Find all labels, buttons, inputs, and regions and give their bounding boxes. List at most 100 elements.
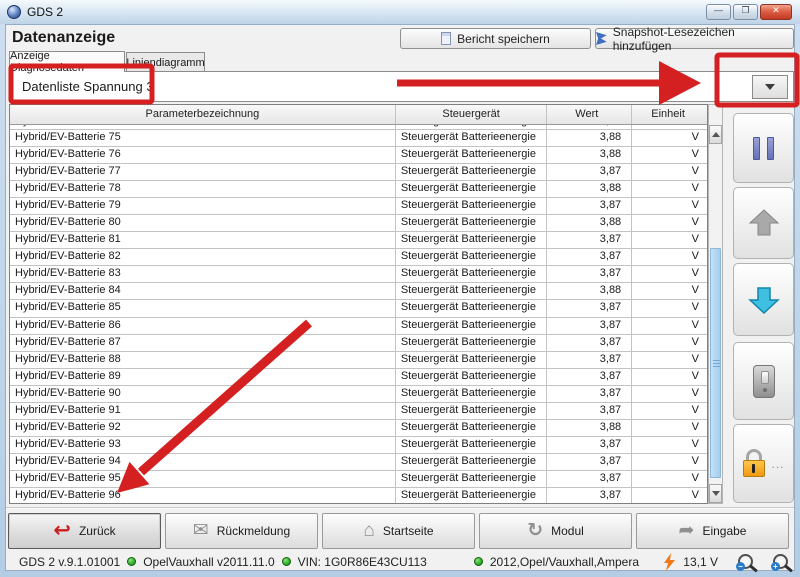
back-button[interactable]: ↩ Zurück xyxy=(8,513,161,549)
value-cell: 3,88 xyxy=(547,420,632,436)
module-cell: Steuergerät Batterieenergie xyxy=(396,232,548,248)
value-cell: 3,87 xyxy=(547,352,632,368)
table-row[interactable]: Hybrid/EV-Batterie 89 Steuergerät Batter… xyxy=(10,369,707,386)
scrollbar-thumb[interactable] xyxy=(710,248,721,478)
table-row[interactable]: Hybrid/EV-Batterie 87 Steuergerät Batter… xyxy=(10,335,707,352)
module-cell: Steuergerät Batterieenergie xyxy=(396,420,548,436)
value-cell: 3,87 xyxy=(547,369,632,385)
parameter-name-cell: Hybrid/EV-Batterie 93 xyxy=(10,437,396,453)
status-green-icon xyxy=(474,557,483,566)
table-row[interactable]: Hybrid/EV-Batterie 96 Steuergerät Batter… xyxy=(10,488,707,504)
table-row[interactable]: Hybrid/EV-Batterie 82 Steuergerät Batter… xyxy=(10,249,707,266)
table-scrollbar[interactable] xyxy=(708,104,723,504)
tab-anzeige-diagnosedaten[interactable]: Anzeige Diagnosedaten xyxy=(9,51,125,72)
table-row[interactable]: Hybrid/EV-Batterie 84 Steuergerät Batter… xyxy=(10,283,707,300)
module-cell: Steuergerät Batterieenergie xyxy=(396,352,548,368)
module-cell: Steuergerät Batterieenergie xyxy=(396,454,548,470)
parameter-name-cell: Hybrid/EV-Batterie 91 xyxy=(10,403,396,419)
home-button[interactable]: ⌂ Startseite xyxy=(322,513,475,549)
tab-liniendiagramm[interactable]: Liniendiagramm xyxy=(126,52,205,72)
window-title: GDS 2 xyxy=(27,5,63,19)
value-cell: 3,88 xyxy=(547,181,632,197)
table-row[interactable]: Hybrid/EV-Batterie 76 Steuergerät Batter… xyxy=(10,147,707,164)
close-button[interactable]: ✕ xyxy=(760,4,792,20)
title-bar: GDS 2 — ❐ ✕ xyxy=(0,0,800,24)
value-cell: 3,88 xyxy=(547,130,632,146)
module-button[interactable]: ↻ Modul xyxy=(479,513,632,549)
module-cell: Steuergerät Batterieenergie xyxy=(396,335,548,351)
status-green-icon xyxy=(127,557,136,566)
value-cell: 3,87 xyxy=(547,164,632,180)
table-row[interactable]: Hybrid/EV-Batterie 75 Steuergerät Batter… xyxy=(10,130,707,147)
table-row[interactable]: Hybrid/EV-Batterie 91 Steuergerät Batter… xyxy=(10,403,707,420)
vehicle-label: 2012,Opel/Vauxhall,Ampera xyxy=(490,555,639,569)
table-row[interactable]: Hybrid/EV-Batterie 77 Steuergerät Batter… xyxy=(10,164,707,181)
table-row[interactable]: Hybrid/EV-Batterie 93 Steuergerät Batter… xyxy=(10,437,707,454)
input-button[interactable]: ➦ Eingabe xyxy=(636,513,789,549)
maximize-button[interactable]: ❐ xyxy=(733,4,758,20)
unit-cell: V xyxy=(632,318,707,334)
module-cell: Steuergerät Batterieenergie xyxy=(396,266,548,282)
unit-cell: V xyxy=(632,488,707,504)
table-body: Hybrid/EV-Batterie 74 Steuergerät Batter… xyxy=(10,125,707,504)
save-report-label: Bericht speichern xyxy=(457,32,550,46)
value-cell: 3,88 xyxy=(547,147,632,163)
scrollbar-grip-icon xyxy=(713,360,720,368)
lock-icon xyxy=(742,449,766,479)
table-row[interactable]: Hybrid/EV-Batterie 81 Steuergerät Batter… xyxy=(10,232,707,249)
scroll-page-up-button[interactable] xyxy=(733,187,794,259)
scroll-down-button[interactable] xyxy=(709,484,722,503)
status-green-icon xyxy=(282,557,291,566)
pause-icon xyxy=(767,137,774,160)
scroll-page-down-button[interactable] xyxy=(733,263,794,336)
value-cell: 3,87 xyxy=(547,249,632,265)
unit-cell: V xyxy=(632,249,707,265)
parameter-name-cell: Hybrid/EV-Batterie 89 xyxy=(10,369,396,385)
switch-control-button[interactable] xyxy=(733,342,794,420)
zoom-in-icon[interactable]: + xyxy=(773,554,788,569)
parameter-table: Parameterbezeichnung Steuergerät Wert Ei… xyxy=(9,104,708,504)
scroll-up-button[interactable] xyxy=(709,125,722,144)
unit-cell: V xyxy=(632,386,707,402)
table-header-row: Parameterbezeichnung Steuergerät Wert Ei… xyxy=(10,105,707,125)
parameter-name-cell: Hybrid/EV-Batterie 78 xyxy=(10,181,396,197)
parameter-name-cell: Hybrid/EV-Batterie 82 xyxy=(10,249,396,265)
minimize-button[interactable]: — xyxy=(706,4,731,20)
unit-cell: V xyxy=(632,403,707,419)
value-cell: 3,87 xyxy=(547,454,632,470)
switch-icon xyxy=(753,365,775,398)
value-cell: 3,87 xyxy=(547,198,632,214)
datalist-dropdown[interactable]: Datenliste Spannung 3 xyxy=(9,71,794,102)
table-row[interactable]: Hybrid/EV-Batterie 79 Steuergerät Batter… xyxy=(10,198,707,215)
value-cell: 3,87 xyxy=(547,232,632,248)
table-row[interactable]: Hybrid/EV-Batterie 80 Steuergerät Batter… xyxy=(10,215,707,232)
parameter-name-cell: Hybrid/EV-Batterie 87 xyxy=(10,335,396,351)
parameter-name-cell: Hybrid/EV-Batterie 83 xyxy=(10,266,396,282)
lock-button[interactable]: ... xyxy=(733,424,794,503)
module-cell: Steuergerät Batterieenergie xyxy=(396,198,548,214)
table-row[interactable]: Hybrid/EV-Batterie 78 Steuergerät Batter… xyxy=(10,181,707,198)
table-row[interactable]: Hybrid/EV-Batterie 90 Steuergerät Batter… xyxy=(10,386,707,403)
table-row[interactable]: Hybrid/EV-Batterie 83 Steuergerät Batter… xyxy=(10,266,707,283)
value-cell: 3,87 xyxy=(547,386,632,402)
table-row[interactable]: Hybrid/EV-Batterie 88 Steuergerät Batter… xyxy=(10,352,707,369)
zoom-out-icon[interactable]: − xyxy=(738,554,753,569)
save-report-button[interactable]: Bericht speichern xyxy=(400,28,591,49)
table-row[interactable]: Hybrid/EV-Batterie 94 Steuergerät Batter… xyxy=(10,454,707,471)
column-header-value: Wert xyxy=(547,105,632,124)
table-row[interactable]: Hybrid/EV-Batterie 95 Steuergerät Batter… xyxy=(10,471,707,488)
module-cell: Steuergerät Batterieenergie xyxy=(396,437,548,453)
pause-button[interactable] xyxy=(733,113,794,183)
feedback-button[interactable]: ✉ Rückmeldung xyxy=(165,513,318,549)
parameter-name-cell: Hybrid/EV-Batterie 95 xyxy=(10,471,396,487)
arrow-down-icon xyxy=(748,286,780,314)
document-icon xyxy=(441,32,451,45)
add-snapshot-bookmark-button[interactable]: Snapshot-Lesezeichen hinzufügen xyxy=(595,28,794,49)
table-row[interactable]: Hybrid/EV-Batterie 86 Steuergerät Batter… xyxy=(10,318,707,335)
table-row[interactable]: Hybrid/EV-Batterie 92 Steuergerät Batter… xyxy=(10,420,707,437)
dropdown-arrow-button[interactable] xyxy=(752,75,788,99)
module-cell: Steuergerät Batterieenergie xyxy=(396,147,548,163)
module-cell: Steuergerät Batterieenergie xyxy=(396,403,548,419)
module-cell: Steuergerät Batterieenergie xyxy=(396,386,548,402)
table-row[interactable]: Hybrid/EV-Batterie 85 Steuergerät Batter… xyxy=(10,300,707,317)
